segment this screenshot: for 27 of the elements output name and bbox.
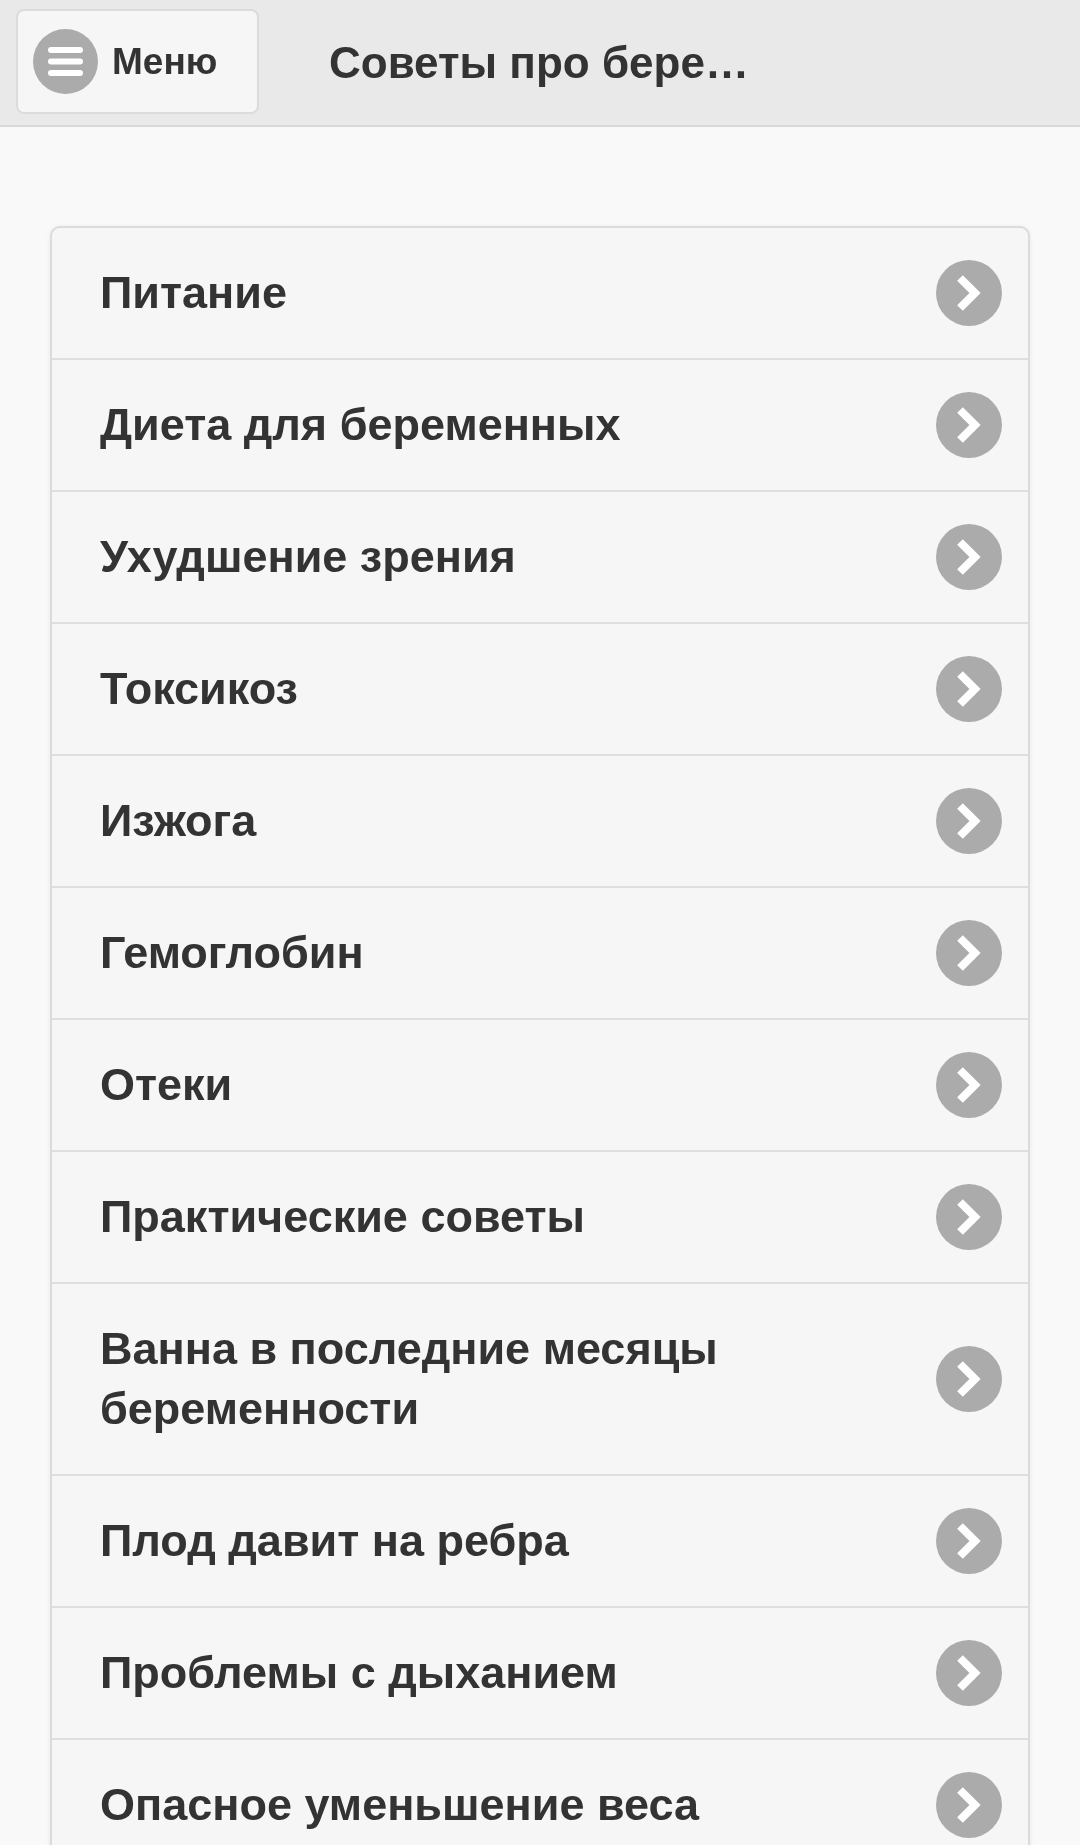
chevron-right-icon bbox=[936, 1508, 1002, 1574]
list-item-link[interactable]: Опасное уменьшение веса bbox=[52, 1738, 1028, 1845]
list-item-link[interactable]: Диета для беременных bbox=[52, 358, 1028, 490]
menu-button[interactable]: Меню bbox=[16, 9, 259, 114]
list-item-link[interactable]: Ванна в последние месяцы беременности bbox=[52, 1282, 1028, 1474]
list-item-link[interactable]: Плод давит на ребра bbox=[52, 1474, 1028, 1606]
list-item-link[interactable]: Практические советы bbox=[52, 1150, 1028, 1282]
page-title: Советы про бере… bbox=[329, 37, 749, 88]
list-item-link[interactable]: Питание bbox=[52, 228, 1028, 358]
chevron-right-icon bbox=[936, 656, 1002, 722]
chevron-right-icon bbox=[936, 524, 1002, 590]
chevron-right-icon bbox=[936, 920, 1002, 986]
list-item-link[interactable]: Отеки bbox=[52, 1018, 1028, 1150]
list-item-link[interactable]: Гемоглобин bbox=[52, 886, 1028, 1018]
chevron-right-icon bbox=[936, 1772, 1002, 1838]
chevron-right-icon bbox=[936, 788, 1002, 854]
chevron-right-icon bbox=[936, 1640, 1002, 1706]
chevron-right-icon bbox=[936, 1346, 1002, 1412]
chevron-right-icon bbox=[936, 1184, 1002, 1250]
list-item-link[interactable]: Изжога bbox=[52, 754, 1028, 886]
chevron-right-icon bbox=[936, 260, 1002, 326]
list-item-link[interactable]: Токсикоз bbox=[52, 622, 1028, 754]
chevron-right-icon bbox=[936, 1052, 1002, 1118]
list-item-link[interactable]: Ухудшение зрения bbox=[52, 490, 1028, 622]
chevron-right-icon bbox=[936, 392, 1002, 458]
menu-icon bbox=[33, 29, 98, 94]
list-item-link[interactable]: Проблемы с дыханием bbox=[52, 1606, 1028, 1738]
